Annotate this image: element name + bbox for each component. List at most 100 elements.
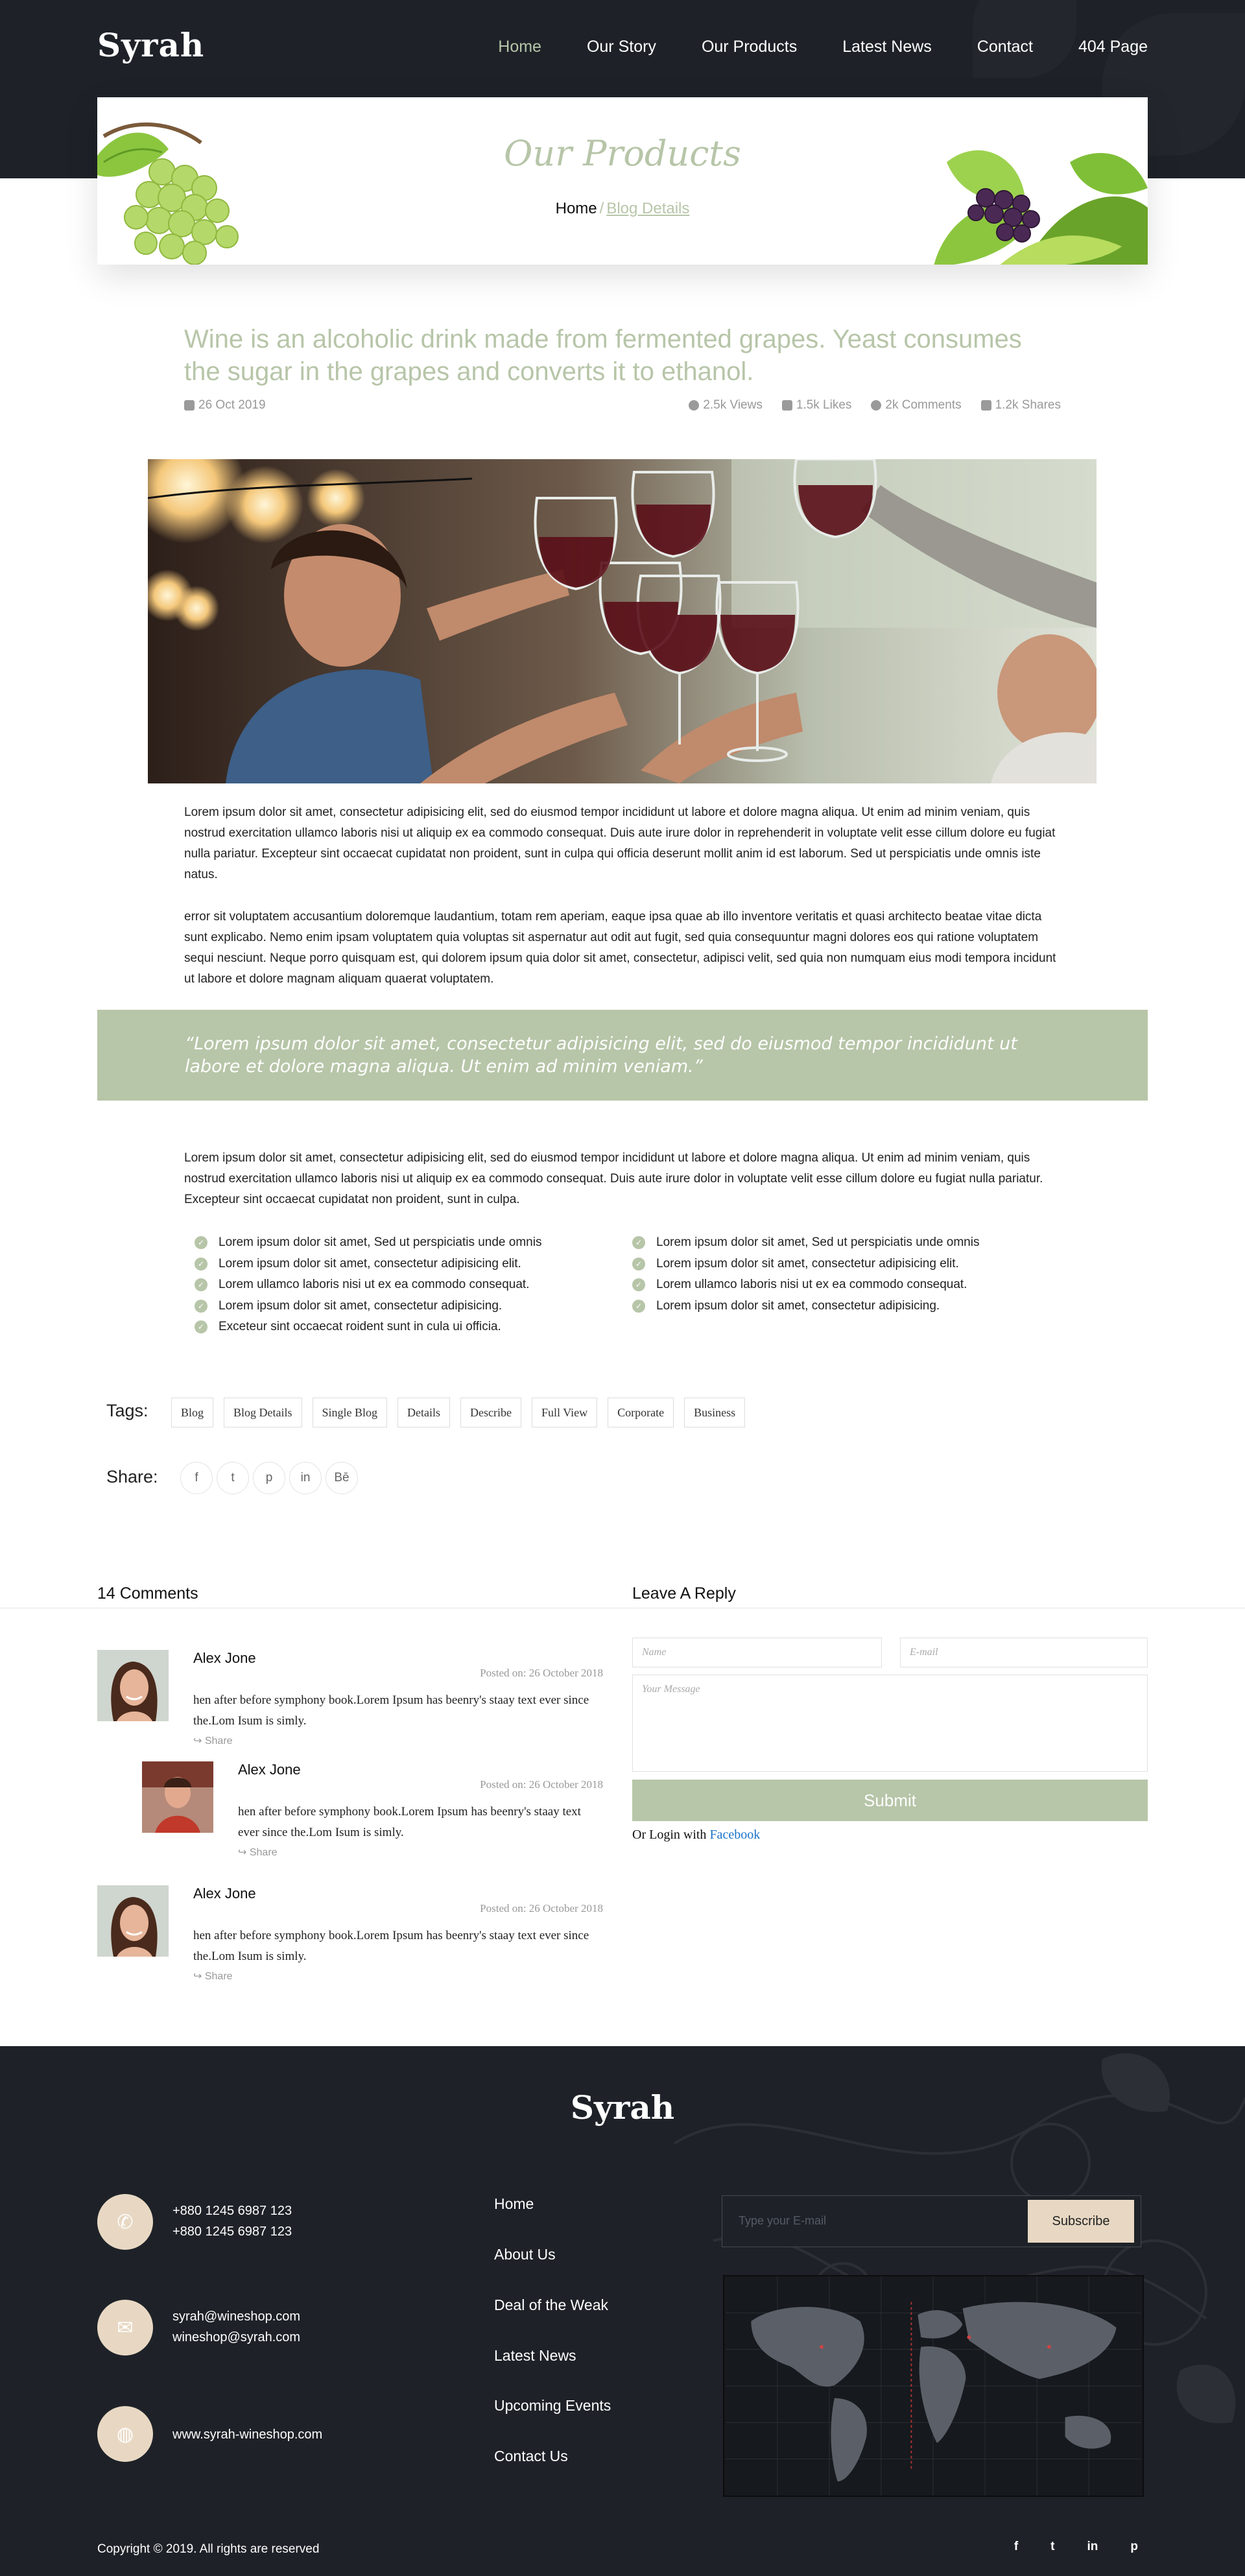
comments-stat[interactable]: 2k Comments [871, 398, 962, 412]
globe-icon: ◍ [97, 2406, 153, 2462]
tags-label: Tags: [106, 1401, 148, 1420]
comment-date: Posted on: 26 October 2018 [480, 1778, 603, 1791]
newsletter-form: Type your E-mail Subscribe [722, 2195, 1141, 2247]
footer-website[interactable]: www.syrah-wineshop.com [172, 2424, 322, 2445]
breadcrumb-home[interactable]: Home [556, 200, 597, 217]
check-icon: ✓ [632, 1278, 645, 1292]
list-item: ✓ Lorem ipsum dolor sit amet, consectetur… [195, 1254, 541, 1275]
check-icon: ✓ [195, 1257, 208, 1270]
pinterest-icon[interactable]: p [1130, 2540, 1138, 2554]
footer-phones: +880 1245 6987 123 +880 1245 6987 123 [172, 2200, 292, 2242]
post-stats: 2.5k Views 1.5k Likes 2k Comments 1.2k S… [689, 398, 1061, 412]
list-item-text: Lorem ipsum dolor sit amet, consectetur … [219, 1256, 521, 1270]
tag-details[interactable]: Details [397, 1398, 451, 1427]
footer-link-contact-us[interactable]: Contact Us [494, 2448, 568, 2465]
comment-author: Alex Jone [193, 1885, 256, 1902]
tag-full-view[interactable]: Full View [532, 1398, 598, 1427]
shares-count: 1.2k Shares [995, 398, 1061, 412]
list-item-text: Lorem ipsum dolor sit amet, consectetur … [656, 1298, 940, 1313]
comment-share-label: Share [204, 1735, 233, 1747]
subscribe-button[interactable]: Subscribe [1028, 2200, 1134, 2243]
linkedin-icon[interactable]: in [289, 1462, 322, 1494]
phone-number[interactable]: +880 1245 6987 123 [172, 2221, 292, 2242]
behance-icon[interactable]: Bē [326, 1462, 358, 1494]
submit-button[interactable]: Submit [632, 1780, 1148, 1821]
check-icon: ✓ [195, 1299, 208, 1313]
tag-single-blog[interactable]: Single Blog [312, 1398, 388, 1427]
footer-link-latest-news[interactable]: Latest News [494, 2347, 576, 2365]
wine-toast-photo [148, 459, 1097, 783]
phone-number[interactable]: +880 1245 6987 123 [172, 2200, 292, 2221]
check-icon: ✓ [632, 1236, 645, 1250]
list-item-text: Lorem ipsum dolor sit amet, Sed ut persp… [656, 1235, 980, 1249]
breadcrumb-current[interactable]: Blog Details [606, 200, 689, 217]
article-paragraph-3: Lorem ipsum dolor sit amet, consectetur … [184, 1151, 1043, 1206]
email-address[interactable]: wineshop@syrah.com [172, 2327, 300, 2348]
facebook-icon[interactable]: f [1014, 2540, 1018, 2554]
login-prompt-text: Or Login with [632, 1828, 707, 1842]
comment-share-link[interactable]: ↪ Share [238, 1846, 278, 1859]
comment-share-link[interactable]: ↪ Share [193, 1970, 233, 1983]
list-item: ✓ Lorem ipsum dolor sit amet, consectetur… [195, 1296, 541, 1317]
list-item: ✓ Lorem ullamco laboris nisi ut ex ea com… [195, 1274, 541, 1296]
article-blockquote: “Lorem ipsum dolor sit amet, consectetur… [97, 1010, 1148, 1101]
pinterest-icon[interactable]: p [253, 1462, 285, 1494]
site-logo[interactable]: Syrah [97, 26, 204, 64]
article-paragraph-1: Lorem ipsum dolor sit amet, consectetur … [184, 805, 1056, 881]
nav-404-page[interactable]: 404 Page [1078, 38, 1148, 56]
footer-link-deal-of-the-weak[interactable]: Deal of the Weak [494, 2296, 608, 2314]
facebook-login-link[interactable]: Facebook [709, 1828, 760, 1842]
comment-share-label: Share [249, 1847, 278, 1858]
tag-blog-details[interactable]: Blog Details [224, 1398, 302, 1427]
newsletter-email-input[interactable]: Type your E-mail [739, 2214, 826, 2228]
tag-list: Blog Blog Details Single Blog Details De… [171, 1398, 746, 1427]
comment: Alex Jone Posted on: 26 October 2018 hen… [97, 1885, 603, 1983]
twitter-icon[interactable]: t [217, 1462, 249, 1494]
eye-icon [689, 400, 700, 411]
comment-text: hen after before symphony book.Lorem Ips… [238, 1805, 581, 1839]
list-item: ✓ Lorem ipsum dolor sit amet, consectetur… [632, 1296, 979, 1317]
message-field[interactable]: Your Message [632, 1675, 1148, 1772]
views-count: 2.5k Views [703, 398, 763, 412]
comment: Alex Jone Posted on: 26 October 2018 hen… [97, 1650, 603, 1747]
email-address[interactable]: syrah@wineshop.com [172, 2306, 300, 2327]
likes-count: 1.5k Likes [796, 398, 852, 412]
footer-link-about-us[interactable]: About Us [494, 2246, 556, 2263]
twitter-icon[interactable]: t [1050, 2540, 1054, 2554]
linkedin-icon[interactable]: in [1087, 2540, 1098, 2554]
nav-contact[interactable]: Contact [977, 38, 1033, 56]
comment-date: Posted on: 26 October 2018 [480, 1902, 603, 1914]
comment-author: Alex Jone [238, 1761, 301, 1778]
comment-share-link[interactable]: ↪ Share [193, 1734, 233, 1747]
list-item: ✓ Lorem ullamco laboris nisi ut ex ea com… [632, 1274, 979, 1296]
nav-our-story[interactable]: Our Story [587, 38, 656, 56]
footer-link-home[interactable]: Home [494, 2195, 534, 2213]
tag-blog[interactable]: Blog [171, 1398, 214, 1427]
check-icon: ✓ [195, 1236, 208, 1250]
avatar [97, 1650, 169, 1721]
list-item-text: Lorem ipsum dolor sit amet, Sed ut persp… [219, 1235, 542, 1249]
comment-author: Alex Jone [193, 1650, 256, 1666]
article-headline: Wine is an alcoholic drink made from fer… [184, 325, 1022, 386]
shares-stat[interactable]: 1.2k Shares [980, 398, 1061, 412]
nav-latest-news[interactable]: Latest News [842, 38, 932, 56]
facebook-icon[interactable]: f [180, 1462, 213, 1494]
likes-stat[interactable]: 1.5k Likes [781, 398, 852, 412]
name-field[interactable]: Name [632, 1638, 882, 1667]
tag-business[interactable]: Business [684, 1398, 746, 1427]
check-icon: ✓ [195, 1278, 208, 1292]
check-icon: ✓ [195, 1320, 208, 1334]
nav-our-products[interactable]: Our Products [702, 38, 797, 56]
tag-corporate[interactable]: Corporate [608, 1398, 674, 1427]
comment-share-label: Share [204, 1971, 233, 1982]
email-field[interactable]: E-mail [900, 1638, 1148, 1667]
views-stat: 2.5k Views [689, 398, 763, 412]
check-icon: ✓ [632, 1299, 645, 1313]
footer-logo[interactable]: Syrah [0, 2088, 1245, 2127]
avatar [97, 1885, 169, 1957]
footer-link-upcoming-events[interactable]: Upcoming Events [494, 2397, 611, 2415]
nav-home[interactable]: Home [498, 38, 541, 56]
copyright-text: Copyright © 2019. All rights are reserve… [97, 2542, 320, 2556]
tag-describe[interactable]: Describe [460, 1398, 521, 1427]
comment-text: hen after before symphony book.Lorem Ips… [193, 1929, 589, 1963]
